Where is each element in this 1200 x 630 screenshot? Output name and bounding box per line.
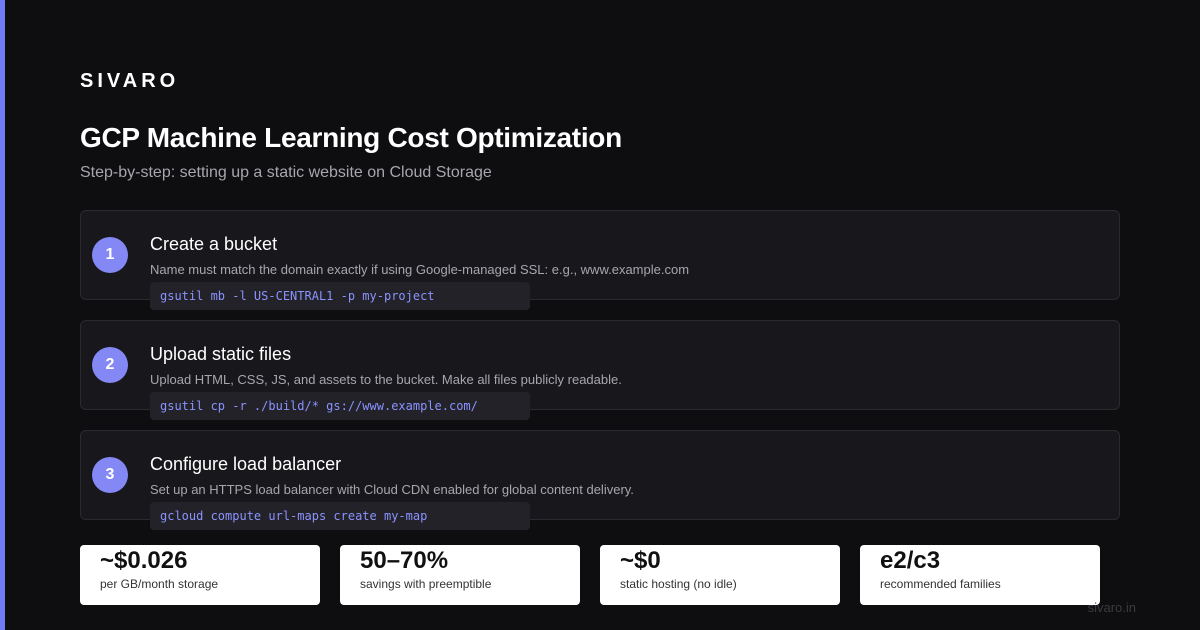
page-title: GCP Machine Learning Cost Optimization: [80, 122, 622, 153]
stat-value: e2/c3: [880, 547, 941, 574]
step-title: Configure load balancer: [150, 454, 342, 474]
stat-card-savings: 50–70% savings with preemptible: [340, 545, 580, 605]
footer-url-link[interactable]: sivaro.in: [1088, 600, 1136, 616]
stat-card-hosting: ~$0 static hosting (no idle): [600, 545, 840, 605]
stat-card-storage: ~$0.026 per GB/month storage: [80, 545, 320, 605]
stat-label: per GB/month storage: [100, 577, 219, 591]
step-card-3: 3 Configure load balancer Set up an HTTP…: [80, 430, 1120, 530]
stat-value: ~$0.026: [100, 547, 188, 574]
stat-label: recommended families: [880, 577, 1001, 591]
step-description: Name must match the domain exactly if us…: [150, 262, 690, 277]
stat-label: savings with preemptible: [360, 577, 492, 591]
step-number-badge: 1: [92, 237, 128, 273]
step-description: Upload HTML, CSS, JS, and assets to the …: [150, 372, 622, 387]
step-command[interactable]: gcloud compute url-maps create my-map: [150, 502, 530, 530]
step-command[interactable]: gsutil cp -r ./build/* gs://www.example.…: [150, 392, 530, 420]
step-description: Set up an HTTPS load balancer with Cloud…: [150, 482, 634, 497]
accent-bar: [0, 0, 5, 630]
stat-label: static hosting (no idle): [620, 577, 737, 591]
page-subtitle: Step-by-step: setting up a static websit…: [80, 164, 492, 181]
step-title: Upload static files: [150, 344, 292, 364]
step-card-2: 2 Upload static files Upload HTML, CSS, …: [80, 320, 1120, 420]
stat-card-families: e2/c3 recommended families: [860, 545, 1100, 605]
step-command[interactable]: gsutil mb -l US-CENTRAL1 -p my-project: [150, 282, 530, 310]
step-number-badge: 2: [92, 347, 128, 383]
step-card-1: 1 Create a bucket Name must match the do…: [80, 210, 1120, 310]
step-number-badge: 3: [92, 457, 128, 493]
stat-value: ~$0: [620, 547, 661, 574]
brand-logo: SIVARO: [80, 70, 180, 92]
stat-value: 50–70%: [360, 547, 449, 574]
step-title: Create a bucket: [150, 234, 278, 254]
